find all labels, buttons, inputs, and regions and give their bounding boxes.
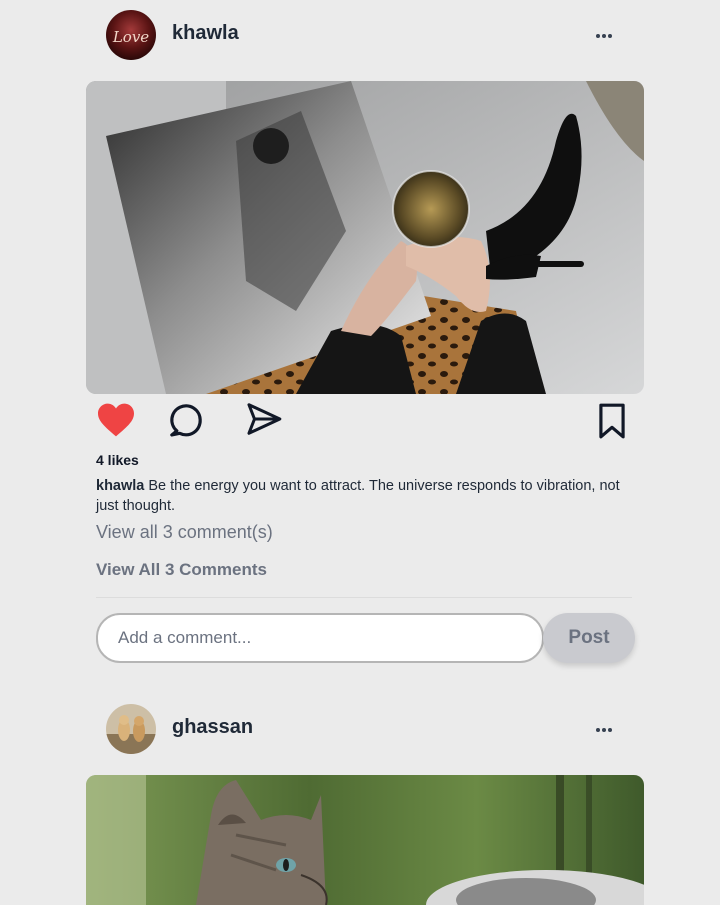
post-header: Love khawla [86,0,644,70]
post-card: ghassan [86,694,644,905]
avatar[interactable]: Love [106,10,156,60]
post-caption: khawla Be the energy you want to attract… [96,476,626,516]
comment-input[interactable] [96,613,544,663]
post-header: ghassan [86,694,644,764]
caption-text: Be the energy you want to attract. The u… [96,478,620,514]
share-icon[interactable] [244,400,284,443]
likes-count[interactable]: 4 likes [96,452,139,468]
post-comment-button[interactable]: Post [543,613,635,663]
heart-icon[interactable] [96,402,136,443]
comment-icon[interactable] [166,400,206,445]
view-comments-link[interactable]: View all 3 comment(s) [96,522,273,543]
post-card: Love khawla 4 likes khawla Be the energy… [86,0,644,690]
more-icon[interactable] [594,720,614,740]
post-image[interactable] [86,775,644,905]
post-image[interactable] [86,81,644,394]
divider [96,597,632,598]
caption-username[interactable]: khawla [96,478,144,494]
view-all-comments-link[interactable]: View All 3 Comments [96,560,267,580]
bookmark-icon[interactable] [596,402,628,445]
more-icon[interactable] [594,26,614,46]
username[interactable]: khawla [172,22,239,45]
username[interactable]: ghassan [172,716,253,739]
svg-text:Love: Love [112,28,149,46]
avatar[interactable] [106,704,156,754]
post-actions [86,394,644,450]
